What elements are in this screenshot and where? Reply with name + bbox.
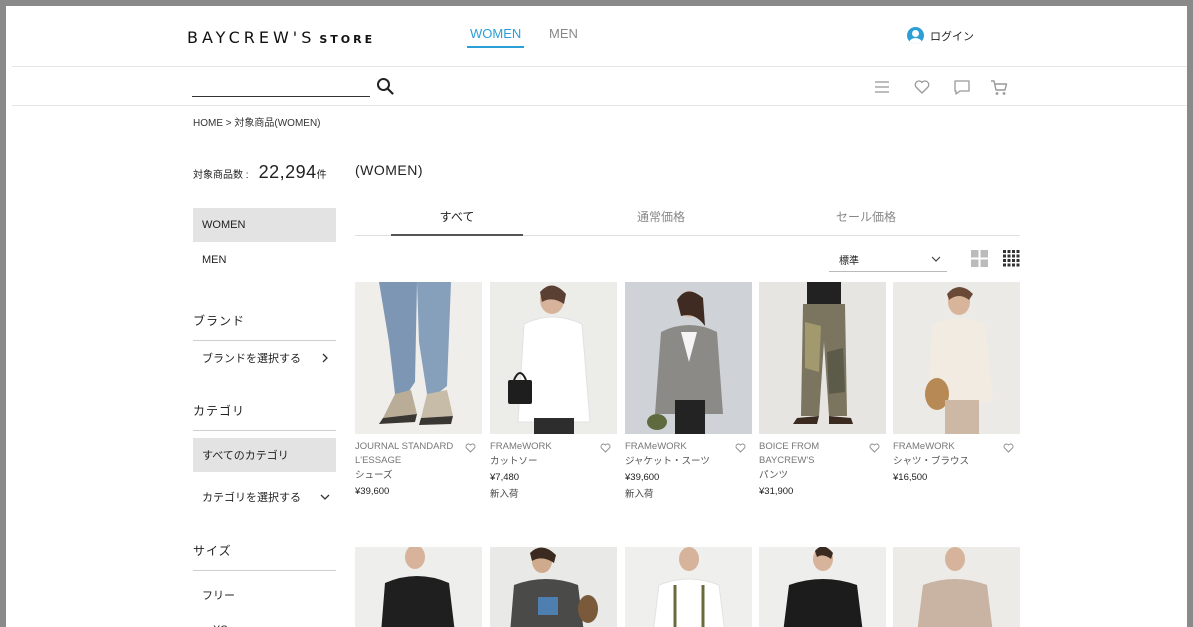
page: BAYCREW'S STORE WOMEN MEN ログイン HOME > 対象… (12, 12, 1187, 627)
chat-icon[interactable] (952, 77, 972, 97)
tab-men[interactable]: MEN (549, 26, 578, 45)
tab-regular-price[interactable]: 通常価格 (595, 208, 727, 236)
new-arrival-badge: 新入荷 (490, 489, 519, 500)
product-brand[interactable]: FRAMeWORK (893, 440, 1001, 454)
brand-select[interactable]: ブランドを選択する (193, 341, 336, 375)
tab-women[interactable]: WOMEN (467, 26, 525, 48)
product-price: ¥39,600 (355, 486, 390, 497)
price-tabs: すべて 通常価格 セール価格 (355, 202, 1020, 236)
favorite-heart-icon[interactable] (735, 443, 746, 453)
product-price: ¥31,900 (759, 486, 794, 497)
size-item[interactable]: ～XS (193, 612, 336, 627)
product-info: FRAMeWORK シャツ・ブラウス ¥16,500 (893, 434, 1020, 486)
login-label: ログイン (930, 30, 974, 43)
product-info: JOURNAL STANDARD L'ESSAGE シューズ ¥39,600 (355, 434, 482, 500)
product-image[interactable] (893, 282, 1020, 434)
product-card[interactable] (355, 547, 482, 627)
product-info: FRAMeWORK ジャケット・スーツ ¥39,600 新入荷 (625, 434, 752, 503)
site-header: BAYCREW'S STORE WOMEN MEN ログイン (12, 12, 1187, 67)
product-image[interactable] (355, 547, 482, 627)
product-image[interactable] (759, 282, 886, 434)
count-value: 22,294 (258, 162, 317, 182)
count-label: 対象商品数 : (193, 170, 249, 181)
logo-main: BAYCREW'S (187, 28, 316, 47)
product-image[interactable] (625, 547, 752, 627)
new-arrival-badge: 新入荷 (625, 489, 654, 500)
sort-select[interactable]: 標準 (829, 247, 947, 272)
product-brand[interactable]: BOICE FROM BAYCREW'S (759, 440, 867, 468)
chevron-right-icon (322, 353, 328, 363)
sort-value: 標準 (839, 255, 859, 267)
sidebar-item-women[interactable]: WOMEN (193, 208, 336, 242)
product-card[interactable] (625, 547, 752, 627)
search-input[interactable] (192, 73, 370, 97)
login-link[interactable]: ログイン (907, 27, 974, 44)
product-image[interactable] (490, 547, 617, 627)
user-icon (907, 27, 924, 44)
size-heading: サイズ (193, 542, 336, 571)
browser-frame: BAYCREW'S STORE WOMEN MEN ログイン HOME > 対象… (0, 0, 1193, 627)
product-info: BOICE FROM BAYCREW'S パンツ ¥31,900 (759, 434, 886, 500)
category-heading: カテゴリ (193, 402, 336, 431)
category-select-label: カテゴリを選択する (202, 492, 301, 504)
product-image[interactable] (759, 547, 886, 627)
product-category: シャツ・ブラウス (893, 456, 970, 467)
product-brand[interactable]: FRAMeWORK (625, 440, 733, 454)
category-all[interactable]: すべてのカテゴリ (193, 438, 336, 472)
sidebar-item-men[interactable]: MEN (193, 243, 336, 277)
favorite-heart-icon[interactable] (600, 443, 611, 453)
count-unit: 件 (316, 170, 327, 181)
cart-icon[interactable] (989, 77, 1009, 97)
site-logo[interactable]: BAYCREW'S STORE (187, 28, 375, 47)
grid-small-icon[interactable] (1003, 250, 1020, 267)
product-card[interactable]: FRAMeWORK シャツ・ブラウス ¥16,500 (893, 282, 1020, 486)
grid-large-icon[interactable] (971, 250, 988, 267)
product-brand[interactable]: JOURNAL STANDARD L'ESSAGE (355, 440, 463, 468)
product-category: シューズ (355, 470, 393, 481)
product-image[interactable] (355, 282, 482, 434)
favorite-heart-icon[interactable] (1003, 443, 1014, 453)
product-price: ¥16,500 (893, 472, 928, 483)
product-info: FRAMeWORK カットソー ¥7,480 新入荷 (490, 434, 617, 503)
category-select[interactable]: カテゴリを選択する (193, 480, 336, 514)
product-card[interactable] (893, 547, 1020, 627)
menu-icon[interactable] (872, 77, 892, 97)
search-bar-row (12, 68, 1187, 106)
product-image[interactable] (625, 282, 752, 434)
product-image[interactable] (490, 282, 617, 434)
favorite-heart-icon[interactable] (465, 443, 476, 453)
product-category: ジャケット・スーツ (625, 456, 710, 467)
product-card[interactable]: BOICE FROM BAYCREW'S パンツ ¥31,900 (759, 282, 886, 500)
tab-sale-price[interactable]: セール価格 (800, 208, 932, 236)
heart-icon[interactable] (912, 77, 932, 97)
product-card[interactable]: FRAMeWORK カットソー ¥7,480 新入荷 (490, 282, 617, 503)
product-image[interactable] (893, 547, 1020, 627)
product-card[interactable] (759, 547, 886, 627)
product-card[interactable]: JOURNAL STANDARD L'ESSAGE シューズ ¥39,600 (355, 282, 482, 500)
size-item[interactable]: フリー (193, 578, 336, 612)
product-brand[interactable]: FRAMeWORK (490, 440, 598, 454)
brand-heading: ブランド (193, 312, 336, 341)
product-price: ¥39,600 (625, 472, 660, 483)
page-title: (WOMEN) (355, 162, 424, 178)
breadcrumb[interactable]: HOME > 対象商品(WOMEN) (193, 114, 321, 129)
product-card[interactable]: FRAMeWORK ジャケット・スーツ ¥39,600 新入荷 (625, 282, 752, 503)
chevron-down-icon (320, 494, 330, 500)
product-price: ¥7,480 (490, 472, 520, 483)
product-card[interactable] (490, 547, 617, 627)
tab-all[interactable]: すべて (391, 208, 523, 236)
product-category: カットソー (490, 456, 538, 467)
chevron-down-icon (931, 256, 941, 262)
logo-sub: STORE (319, 33, 376, 46)
favorite-heart-icon[interactable] (869, 443, 880, 453)
brand-select-label: ブランドを選択する (202, 353, 301, 365)
product-category: パンツ (759, 470, 788, 481)
search-icon[interactable] (376, 77, 394, 95)
product-count: 対象商品数 : 22,294 件 (193, 162, 327, 183)
